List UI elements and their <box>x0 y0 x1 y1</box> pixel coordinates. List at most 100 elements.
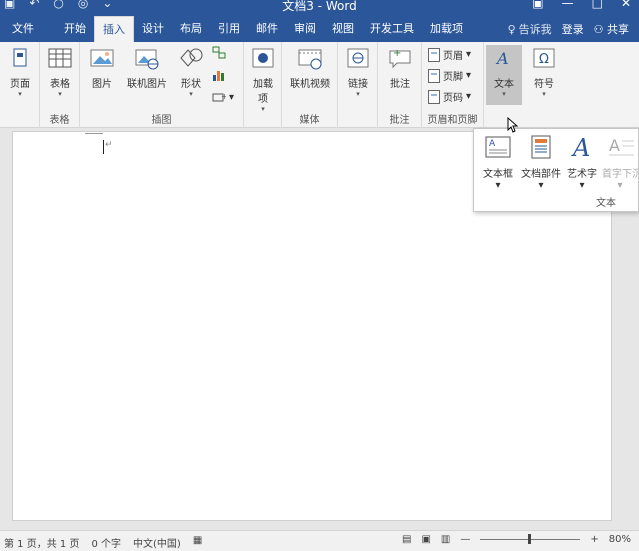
svg-text:A: A <box>495 49 509 68</box>
online-video-button[interactable]: 联机视频 <box>286 46 334 90</box>
tab-addins[interactable]: 加载项 <box>422 16 471 42</box>
header-button[interactable]: 页眉 ▾ <box>428 47 471 62</box>
zoom-slider[interactable] <box>480 534 581 544</box>
close-icon[interactable]: ✕ <box>621 0 631 10</box>
online-picture-button[interactable]: 联机图片 <box>124 46 170 90</box>
language[interactable]: 中文(中国) <box>133 535 181 550</box>
tab-design[interactable]: 设计 <box>134 16 172 42</box>
group-label-header-footer: 页眉和页脚 <box>427 115 478 126</box>
group-label-illustrations: 插图 <box>151 115 172 126</box>
chevron-down-icon: ▾ <box>189 90 193 98</box>
shapes-icon <box>178 46 204 72</box>
chevron-down-icon: ▾ <box>229 91 235 103</box>
svg-text:+: + <box>221 92 226 101</box>
print-layout-icon[interactable]: ▣ <box>421 534 430 545</box>
pages-button[interactable]: 页面 ▾ <box>6 46 34 98</box>
web-layout-icon[interactable]: ▥ <box>441 534 450 545</box>
shapes-button[interactable]: 形状 ▾ <box>178 46 204 98</box>
chevron-down-icon: ▾ <box>579 180 585 191</box>
tab-mailings[interactable]: 邮件 <box>248 16 286 42</box>
table-button[interactable]: 表格 ▾ <box>46 46 74 98</box>
table-icon <box>47 46 73 72</box>
chevron-down-icon: ▾ <box>495 180 501 191</box>
text-button[interactable]: A 文本 ▾ <box>486 45 522 105</box>
smartart-button[interactable] <box>212 46 226 60</box>
ribbon-tab-bar: 文件 开始 插入 设计 布局 引用 邮件 审阅 视图 开发工具 加载项 ♀ 告诉… <box>0 16 639 42</box>
group-symbols: Ω 符号 ▾ <box>524 42 564 128</box>
svg-text:A: A <box>489 139 496 149</box>
text-cursor <box>103 140 104 154</box>
page-number-button[interactable]: 页码 ▾ <box>428 89 471 104</box>
chevron-down-icon: ▾ <box>18 90 22 98</box>
tab-view[interactable]: 视图 <box>324 16 362 42</box>
read-mode-icon[interactable]: ▤ <box>402 534 411 545</box>
links-button[interactable]: 链接 ▾ <box>344 46 372 98</box>
chevron-down-icon: ▾ <box>466 91 472 102</box>
chevron-down-icon: ▾ <box>502 90 506 98</box>
quick-parts-button[interactable]: 文档部件 ▾ <box>518 133 564 191</box>
chevron-down-icon: ▾ <box>261 105 265 113</box>
footer-icon <box>428 68 440 83</box>
group-tables: 表格 ▾ 表格 <box>40 42 80 128</box>
online-video-label: 联机视频 <box>290 79 330 90</box>
addins-icon <box>250 46 276 72</box>
chevron-down-icon: ▾ <box>538 180 544 191</box>
links-label: 链接 <box>348 79 368 90</box>
maximize-icon[interactable]: □ <box>592 0 603 10</box>
zoom-out-icon[interactable]: — <box>460 534 470 545</box>
ribbon-display-options-icon[interactable]: ▣ <box>532 0 543 10</box>
text-a-icon: A <box>491 46 517 72</box>
quick-parts-label: 文档部件 <box>521 169 561 180</box>
page-info[interactable]: 第 1 页，共 1 页 <box>4 535 79 550</box>
page-number-icon <box>428 89 440 104</box>
drop-cap-icon: A <box>606 133 634 161</box>
link-icon <box>345 46 371 72</box>
addins-button[interactable]: 加载项 ▾ <box>249 46 277 113</box>
title-bar: ▣ ↶ ○ ◎ ⌄ 文档3 - Word ▣ — □ ✕ <box>0 0 639 16</box>
comment-label: 批注 <box>390 79 410 90</box>
tab-review[interactable]: 审阅 <box>286 16 324 42</box>
footer-button[interactable]: 页脚 ▾ <box>428 68 471 83</box>
tab-home[interactable]: 开始 <box>56 16 94 42</box>
chart-icon <box>213 71 224 81</box>
screenshot-button[interactable]: + ▾ <box>212 90 234 104</box>
svg-text:+: + <box>393 48 401 59</box>
minimize-icon[interactable]: — <box>562 0 574 10</box>
group-label-comments: 批注 <box>389 115 410 126</box>
omega-icon: Ω <box>531 46 557 72</box>
page-icon <box>7 46 33 72</box>
word-count[interactable]: 0 个字 <box>91 535 121 550</box>
svg-text:Ω: Ω <box>539 52 549 67</box>
zoom-level[interactable]: 80% <box>609 534 631 545</box>
shapes-label: 形状 <box>181 79 201 90</box>
tab-file[interactable]: 文件 <box>0 16 46 42</box>
chevron-down-icon: ▾ <box>466 49 472 60</box>
chevron-down-icon: ▾ <box>58 90 62 98</box>
login-link[interactable]: 登录 <box>562 21 584 37</box>
symbols-button[interactable]: Ω 符号 ▾ <box>530 46 558 98</box>
tab-layout[interactable]: 布局 <box>172 16 210 42</box>
screenshot-icon: + <box>212 92 226 102</box>
drop-cap-button[interactable]: A 首字下沉 ▾ <box>602 133 638 191</box>
tab-insert[interactable]: 插入 <box>94 16 134 42</box>
zoom-in-icon[interactable]: + <box>590 534 598 545</box>
wordart-button[interactable]: A 艺术字 ▾ <box>564 133 600 191</box>
table-label: 表格 <box>50 79 70 90</box>
textbox-button[interactable]: A 文本框 ▾ <box>478 133 518 191</box>
zoom-slider-thumb[interactable] <box>528 534 532 544</box>
share-label: 共享 <box>607 23 629 36</box>
window-controls: ▣ — □ ✕ <box>532 0 631 10</box>
tell-me-box[interactable]: ♀ 告诉我 <box>508 21 552 37</box>
chart-button[interactable] <box>212 68 226 82</box>
comment-button[interactable]: + 批注 <box>386 46 414 90</box>
person-icon: ⚇ <box>593 23 604 36</box>
share-button[interactable]: ⚇ 共享 <box>594 21 629 37</box>
macro-record-icon[interactable]: ▦ <box>193 535 202 550</box>
tab-developer[interactable]: 开发工具 <box>362 16 422 42</box>
group-illustrations: 图片 联机图片 形状 ▾ + ▾ 插图 <box>80 42 244 128</box>
picture-icon <box>89 46 115 72</box>
picture-button[interactable]: 图片 <box>88 46 116 90</box>
tab-references[interactable]: 引用 <box>210 16 248 42</box>
group-label-tables: 表格 <box>49 115 70 126</box>
wordart-label: 艺术字 <box>567 169 597 180</box>
